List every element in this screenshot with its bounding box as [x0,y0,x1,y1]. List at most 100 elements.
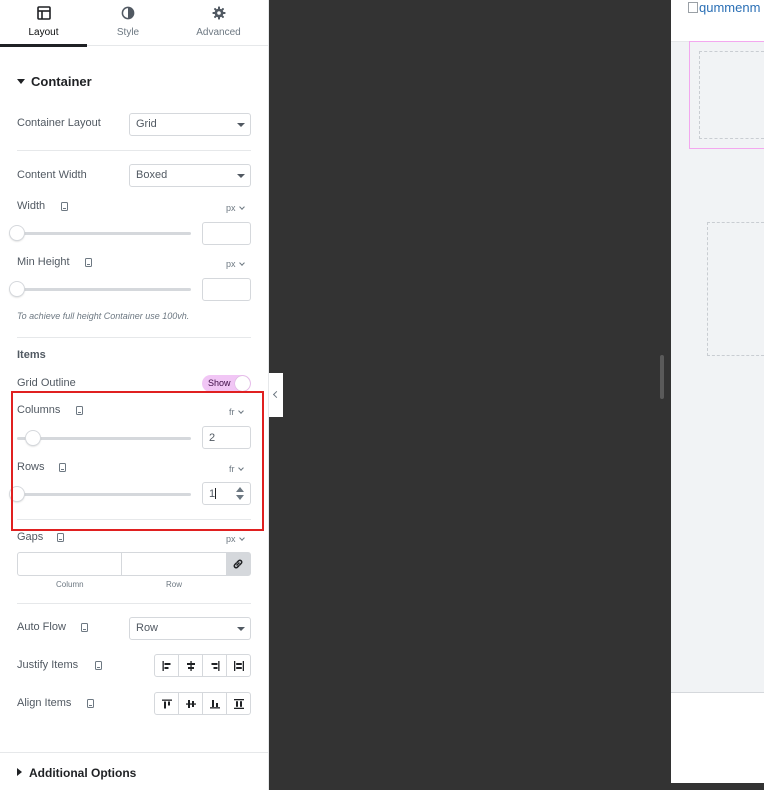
link-values-button[interactable] [226,553,250,575]
justify-end-button[interactable] [203,655,227,676]
gaps-label: Gaps [17,531,44,543]
site-logo[interactable]: qummenm [688,0,760,15]
grid-container-outline[interactable] [689,41,764,149]
editor-panel: Layout Style Advanced Container Containe… [0,0,269,790]
min-height-hint: To achieve full height Container use 100… [17,311,190,321]
auto-flow-select[interactable]: Row [129,617,251,640]
responsive-device-icon[interactable] [81,623,88,632]
responsive-device-icon[interactable] [87,699,94,708]
gaps-unit-select[interactable]: px [226,534,245,544]
responsive-device-icon[interactable] [61,202,68,211]
container-layout-select[interactable]: Grid [129,113,251,136]
tab-style[interactable]: Style [87,0,169,46]
rows-slider-handle[interactable] [10,487,24,501]
width-label: Width [17,200,46,212]
justify-stretch-button[interactable] [227,655,250,676]
chevron-down-icon [238,204,245,210]
broken-image-icon [688,2,698,13]
align-stretch-button[interactable] [227,693,250,714]
unit-text: px [226,259,236,269]
divider [0,752,268,753]
grid-outline-toggle[interactable]: Show [202,375,251,392]
caret-down-icon [17,79,25,84]
tab-advanced[interactable]: Advanced [169,0,268,46]
min-height-slider-handle[interactable] [10,282,24,296]
responsive-device-icon[interactable] [76,406,83,415]
unit-text: px [226,203,236,213]
justify-start-button[interactable] [155,655,179,676]
align-start-button[interactable] [155,693,179,714]
text-cursor [215,488,217,499]
caret-right-icon [17,768,22,776]
half-circle-icon [121,6,135,20]
divider [17,603,251,604]
width-slider-handle[interactable] [10,226,24,240]
divider [17,519,251,520]
preview-frame: qummenm [671,0,764,783]
chevron-down-icon [238,535,245,541]
toggle-thumb [235,376,250,391]
columns-slider-track[interactable] [17,437,191,440]
tab-label: Layout [28,27,59,38]
min-height-input[interactable] [202,278,251,301]
columns-slider-handle[interactable] [26,431,40,445]
responsive-device-icon[interactable] [85,258,92,267]
align-items-label: Align Items [17,697,72,709]
unit-text: px [226,534,236,544]
min-height-slider-track[interactable] [17,288,191,291]
rows-slider-track[interactable] [17,493,191,496]
number-spinner[interactable] [236,487,244,501]
canvas-scrollbar[interactable] [660,355,664,399]
rows-input[interactable]: 1 [202,482,251,505]
section-title: Additional Options [29,766,137,780]
align-stretch-icon [233,698,244,709]
align-items-group [154,692,251,715]
justify-items-group [154,654,251,677]
justify-end-icon [211,660,219,671]
responsive-device-icon[interactable] [57,533,64,542]
justify-center-button[interactable] [179,655,203,676]
responsive-device-icon[interactable] [59,463,66,472]
columns-unit-select[interactable]: fr [229,407,244,417]
layout-icon [36,6,51,20]
logo-alt-text: qummenm [699,0,761,15]
select-value: Boxed [136,169,168,181]
rows-label: Rows [17,461,45,473]
section-toggle-additional-options[interactable]: Additional Options [17,766,136,780]
tab-layout[interactable]: Layout [0,0,87,47]
chevron-down-icon [237,465,244,471]
width-unit-select[interactable]: px [226,203,245,213]
rows-unit-select[interactable]: fr [229,464,244,474]
tab-label: Advanced [196,27,241,38]
items-heading: Items [17,349,46,361]
chevron-down-icon [237,174,245,178]
min-height-label: Min Height [17,256,70,268]
grid-cell[interactable] [699,51,764,139]
spinner-up-icon [236,487,244,492]
align-center-button[interactable] [179,693,203,714]
collapse-panel-button[interactable] [269,373,283,417]
align-end-icon [209,699,220,708]
justify-center-icon [186,660,195,671]
content-width-select[interactable]: Boxed [129,164,251,187]
panel-tabs: Layout Style Advanced [0,0,268,47]
link-icon [233,559,243,569]
grid-outline-label: Grid Outline [17,377,76,389]
align-start-icon [161,699,172,708]
chevron-down-icon [237,627,245,631]
container-layout-label: Container Layout [17,117,101,129]
gap-column-input[interactable] [18,553,121,575]
empty-container[interactable] [707,222,764,356]
columns-input[interactable]: 2 [202,426,251,449]
columns-label: Columns [17,404,61,416]
responsive-device-icon[interactable] [95,661,102,670]
chevron-down-icon [238,260,245,266]
width-input[interactable] [202,222,251,245]
section-toggle-container[interactable]: Container [17,74,92,89]
gap-row-input[interactable] [122,553,227,575]
align-end-button[interactable] [203,693,227,714]
width-slider-track[interactable] [17,232,191,235]
min-height-unit-select[interactable]: px [226,259,245,269]
input-value: 2 [209,432,216,444]
tab-label: Style [116,27,140,38]
